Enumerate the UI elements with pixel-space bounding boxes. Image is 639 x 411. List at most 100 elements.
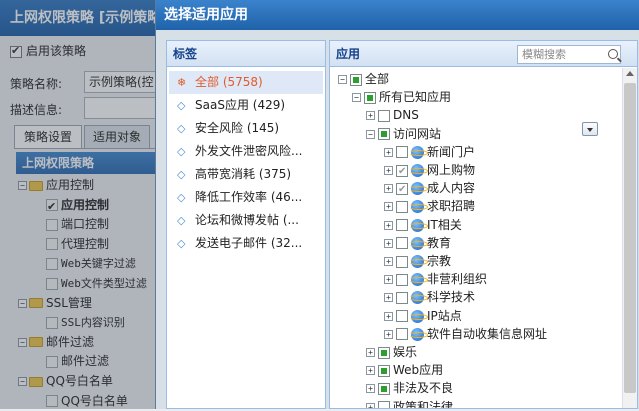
tag-item[interactable]: ◇ 论坛和微博发帖 (... xyxy=(169,209,323,232)
expand-toggle-icon[interactable]: + xyxy=(384,147,393,157)
tag-item[interactable]: ❄ 全部 (5758) xyxy=(169,71,323,94)
app-tree-node[interactable]: + DNS xyxy=(366,106,419,124)
collapse-toggle-icon[interactable]: − xyxy=(366,129,375,139)
app-tree-node[interactable]: + 科学技术 xyxy=(384,288,475,306)
app-tree-node[interactable]: + 娱乐 xyxy=(366,343,417,361)
app-checkbox[interactable] xyxy=(378,364,390,377)
app-node-label: Web应用 xyxy=(393,363,444,378)
app-checkbox[interactable] xyxy=(396,146,408,159)
expand-toggle-icon[interactable]: + xyxy=(384,202,393,212)
app-checkbox[interactable] xyxy=(396,291,408,304)
app-node-label: 所有已知应用 xyxy=(379,90,452,105)
expand-toggle-icon[interactable]: + xyxy=(384,166,393,175)
tag-item[interactable]: ◇ 外发文件泄密风险... xyxy=(169,140,323,163)
expand-toggle-icon[interactable]: + xyxy=(384,257,393,266)
app-tree-node[interactable]: + IT相关 xyxy=(384,216,462,234)
app-node-label: DNS xyxy=(393,108,419,123)
expand-toggle-icon[interactable]: + xyxy=(384,184,393,194)
app-checkbox[interactable] xyxy=(378,109,390,122)
tag-icon: ◇ xyxy=(177,99,186,112)
dropdown-button[interactable] xyxy=(582,122,598,136)
app-tree-node[interactable]: + IP站点 xyxy=(384,307,462,325)
app-checkbox[interactable] xyxy=(364,91,376,104)
app-node-label: 科学技术 xyxy=(427,290,476,305)
app-node-label: 全部 xyxy=(365,72,390,86)
apps-panel: 应用 模糊搜索 −全部−所有已知应用+DNS−访问网站+新闻门户+网上购物+成人… xyxy=(329,40,638,409)
tag-item[interactable]: ◇ 发送电子邮件 (32... xyxy=(169,232,323,255)
app-tree-node[interactable]: + 成人内容 xyxy=(384,179,476,199)
app-checkbox[interactable] xyxy=(396,219,408,232)
expand-toggle-icon[interactable]: + xyxy=(384,329,393,339)
vertical-scrollbar[interactable] xyxy=(622,68,637,408)
tag-item[interactable]: ◇ 降低工作效率 (46... xyxy=(169,186,323,209)
snowflake-icon: ❄ xyxy=(177,76,187,89)
expand-toggle-icon[interactable]: + xyxy=(384,238,393,248)
app-checkbox[interactable] xyxy=(378,346,390,359)
app-checkbox[interactable] xyxy=(396,237,408,250)
app-tree: −全部−所有已知应用+DNS−访问网站+新闻门户+网上购物+成人内容+求职招聘+… xyxy=(330,68,621,408)
fuzzy-search-input[interactable]: 模糊搜索 xyxy=(517,45,621,64)
app-checkbox[interactable] xyxy=(350,73,362,86)
expand-toggle-icon[interactable]: + xyxy=(384,220,393,230)
app-tree-node[interactable]: + 教育 xyxy=(384,234,451,252)
app-checkbox[interactable] xyxy=(396,163,408,181)
app-checkbox[interactable] xyxy=(378,128,390,141)
app-checkbox[interactable] xyxy=(396,310,408,323)
app-checkbox[interactable] xyxy=(396,181,408,199)
app-tree-node[interactable]: + 政策和法律 xyxy=(366,398,453,408)
expand-toggle-icon[interactable]: + xyxy=(366,402,375,408)
app-node-label: 网上购物 xyxy=(427,163,476,177)
tag-item[interactable]: ◇ 高带宽消耗 (375) xyxy=(169,163,323,186)
app-node-label: 新闻门户 xyxy=(427,144,476,159)
ie-globe-icon xyxy=(409,200,428,214)
tag-icon: ◇ xyxy=(177,168,186,181)
tag-label: 全部 (5758) xyxy=(195,75,263,89)
tags-panel: 标签 ❄ 全部 (5758) ◇ SaaS应用 (429) ◇ 安全风险 (145) ◇ 外发… xyxy=(166,40,326,409)
expand-toggle-icon[interactable]: + xyxy=(366,111,375,121)
expand-toggle-icon[interactable]: + xyxy=(384,275,393,285)
tag-item[interactable]: ◇ 安全风险 (145) xyxy=(169,117,323,140)
expand-toggle-icon[interactable]: + xyxy=(366,348,375,357)
app-checkbox[interactable] xyxy=(378,382,390,395)
app-node-label: 教育 xyxy=(427,235,452,250)
app-checkbox[interactable] xyxy=(378,401,390,408)
tag-icon: ◇ xyxy=(177,191,186,204)
ie-globe-icon xyxy=(409,273,428,287)
app-tree-node[interactable]: + Web应用 xyxy=(366,361,443,379)
app-checkbox[interactable] xyxy=(396,255,408,268)
app-checkbox[interactable] xyxy=(396,328,408,341)
tag-icon: ◇ xyxy=(177,237,186,250)
app-node-label: 成人内容 xyxy=(427,181,476,196)
app-checkbox[interactable] xyxy=(396,200,408,213)
ie-globe-icon xyxy=(409,182,428,196)
app-tree-node[interactable]: + 软件自动收集信息网址 xyxy=(384,325,547,343)
expand-toggle-icon[interactable]: + xyxy=(366,384,375,394)
collapse-toggle-icon[interactable]: − xyxy=(338,75,347,84)
app-tree-node[interactable]: + 非法及不良 xyxy=(366,379,453,397)
app-tree-node[interactable]: + 新闻门户 xyxy=(384,143,475,161)
tag-label: 论坛和微博发帖 (... xyxy=(195,213,299,227)
expand-toggle-icon[interactable]: + xyxy=(366,366,375,376)
tag-label: 外发文件泄密风险... xyxy=(195,144,303,158)
app-tree-node[interactable]: + 宗教 xyxy=(384,252,451,270)
app-tree-node[interactable]: + 网上购物 xyxy=(384,161,476,181)
app-node-label: IP站点 xyxy=(427,308,462,323)
app-tree-node[interactable]: − 全部 xyxy=(338,70,389,88)
collapse-toggle-icon[interactable]: − xyxy=(352,93,361,103)
expand-toggle-icon[interactable]: + xyxy=(384,311,393,321)
scrollbar-thumb[interactable] xyxy=(624,83,636,393)
tag-item[interactable]: ◇ SaaS应用 (429) xyxy=(169,94,323,117)
app-tree-node[interactable]: − 所有已知应用 xyxy=(352,88,451,106)
scroll-up-arrow[interactable] xyxy=(626,71,634,76)
app-node-label: 政策和法律 xyxy=(393,399,454,408)
app-tree-node[interactable]: + 求职招聘 xyxy=(384,197,475,215)
expand-toggle-icon[interactable]: + xyxy=(384,293,393,303)
app-checkbox[interactable] xyxy=(396,273,408,286)
tag-label: 安全风险 (145) xyxy=(195,121,280,135)
ie-globe-icon xyxy=(409,309,428,323)
app-node-label: 非法及不良 xyxy=(393,381,454,396)
search-icon[interactable] xyxy=(608,49,618,59)
app-tree-node[interactable]: + 非营利组织 xyxy=(384,270,487,288)
app-tree-node[interactable]: − 访问网站 xyxy=(366,125,441,143)
tag-label: 降低工作效率 (46... xyxy=(195,190,303,204)
